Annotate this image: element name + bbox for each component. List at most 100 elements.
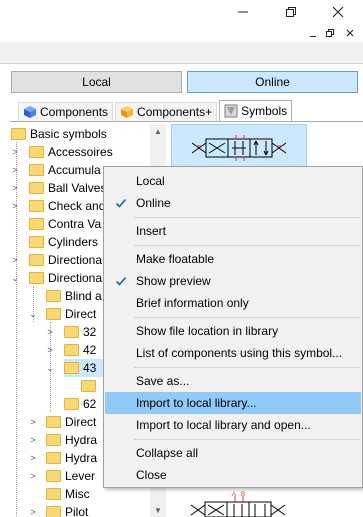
tree-item[interactable]: Accumula <box>29 161 101 179</box>
tree-item[interactable]: Hydra <box>46 449 97 467</box>
tree-item[interactable]: Hydra <box>46 431 97 449</box>
expand-arrow-icon[interactable]: > <box>10 255 20 265</box>
collapse-arrow-icon[interactable]: ⌄ <box>45 363 55 374</box>
directional-valve-symbol-icon <box>191 135 287 161</box>
folder-icon <box>46 506 61 517</box>
tree-item-label: Hydra <box>65 451 98 465</box>
tree-item-label: Hydra <box>65 433 98 447</box>
tree-item[interactable]: Lever <box>46 467 95 485</box>
tree-item-label: 43 <box>83 361 97 375</box>
expand-arrow-icon[interactable]: > <box>28 471 38 481</box>
expand-arrow-icon[interactable]: > <box>28 435 38 445</box>
tree-item[interactable]: Blind a <box>46 287 102 305</box>
checkmark-icon <box>114 196 128 210</box>
menu-item-brief-info[interactable]: Brief information only <box>105 292 361 314</box>
menu-item-close[interactable]: Close <box>105 464 361 486</box>
tree-item[interactable]: 32 <box>64 323 96 341</box>
tree-item-label: Cylinders <box>48 235 99 249</box>
folder-icon <box>11 128 26 140</box>
tree-item[interactable]: Accessoires <box>29 143 113 161</box>
cube-icon <box>24 106 36 118</box>
tree-item-label: Accumula <box>48 163 101 177</box>
folder-icon <box>29 254 44 266</box>
expand-arrow-icon[interactable]: > <box>28 507 38 517</box>
tree-item[interactable]: Directiona <box>29 269 102 287</box>
expand-arrow-icon[interactable]: > <box>45 345 55 355</box>
local-toggle-button[interactable]: Local <box>11 71 182 93</box>
window-close-button[interactable] <box>323 0 353 24</box>
tree-item[interactable]: 62 <box>64 395 96 413</box>
scroll-down-arrow-icon[interactable]: ▼ <box>150 503 166 517</box>
expand-arrow-icon[interactable]: > <box>10 147 20 157</box>
pane-restore-button[interactable] <box>322 26 338 40</box>
restore-icon <box>286 7 296 17</box>
folder-icon <box>29 182 44 194</box>
tab-symbols[interactable]: Symbols <box>219 100 293 121</box>
expand-arrow-icon[interactable]: > <box>28 417 38 427</box>
symbol-preview-selected[interactable] <box>171 124 307 170</box>
tree-item-label: Check and <box>48 199 106 213</box>
scroll-up-arrow-icon[interactable]: ▲ <box>150 124 166 138</box>
collapse-arrow-icon[interactable]: ⌄ <box>28 309 38 320</box>
port-label-b: B <box>241 492 245 498</box>
pane-minimize-button[interactable] <box>305 26 321 40</box>
tree-root-basic-symbols[interactable]: Basic symbols <box>11 125 107 143</box>
tree-item[interactable]: Directiona <box>29 251 102 269</box>
folder-icon <box>46 290 61 302</box>
tree-item[interactable]: 42 <box>64 341 96 359</box>
expand-arrow-icon[interactable]: > <box>10 165 20 175</box>
tree-item[interactable]: Direct <box>46 305 96 323</box>
restore-icon <box>326 29 334 37</box>
local-toggle-label: Local <box>82 75 111 89</box>
tree-item[interactable] <box>81 377 100 395</box>
tree-item-label: Pilot <box>65 505 89 517</box>
menu-item-label: Show preview <box>136 274 211 288</box>
menu-separator <box>134 439 360 440</box>
menu-item-show-preview[interactable]: Show preview <box>105 270 361 292</box>
menu-item-show-file-location[interactable]: Show file location in library <box>105 320 361 342</box>
menu-item-label: Save as... <box>136 374 190 388</box>
window-restore-button[interactable] <box>276 0 306 24</box>
pane-close-button[interactable] <box>342 26 358 40</box>
expand-arrow-icon[interactable]: > <box>28 453 38 463</box>
tree-item-label: 32 <box>83 325 97 339</box>
tree-item-label: Blind a <box>65 289 102 303</box>
window-minimize-button[interactable] <box>228 0 258 24</box>
menu-item-collapse-all[interactable]: Collapse all <box>105 442 361 464</box>
expand-arrow-icon[interactable]: > <box>10 183 20 193</box>
context-menu: Local Online Insert Make floatable Show … <box>103 166 363 488</box>
menu-item-make-floatable[interactable]: Make floatable <box>105 248 361 270</box>
folder-icon <box>46 470 61 482</box>
menu-item-list-components[interactable]: List of components using this symbol... <box>105 342 361 364</box>
menu-item-import-local[interactable]: Import to local library... <box>105 392 361 414</box>
tree-item[interactable]: Cylinders <box>29 233 98 251</box>
tree-item[interactable]: Direct <box>46 413 96 431</box>
menu-item-save-as[interactable]: Save as... <box>105 370 361 392</box>
tab-components[interactable]: Components <box>18 102 114 121</box>
expand-arrow-icon[interactable]: > <box>10 201 20 211</box>
tree-item[interactable]: Misc <box>46 485 90 503</box>
menu-item-label: Make floatable <box>136 252 215 266</box>
menu-item-import-local-open[interactable]: Import to local library and open... <box>105 414 361 436</box>
folder-icon <box>29 164 44 176</box>
folder-icon <box>64 362 79 374</box>
tree-item[interactable]: Pilot <box>46 503 88 517</box>
tree-item[interactable]: Check and <box>29 197 105 215</box>
expand-arrow-icon[interactable]: > <box>45 327 55 337</box>
online-toggle-button[interactable]: Online <box>187 71 358 93</box>
folder-icon <box>46 452 61 464</box>
tree-item-label: Direct <box>65 307 97 321</box>
menu-item-insert[interactable]: Insert <box>105 220 361 242</box>
symbol-preview[interactable]: A B <box>171 490 307 517</box>
folder-icon <box>46 308 61 320</box>
tab-components-plus-label: Components+ <box>137 105 213 119</box>
tree-item[interactable]: Contra Va <box>29 215 101 233</box>
cube-plus-icon <box>121 106 134 118</box>
menu-item-local[interactable]: Local <box>105 170 361 192</box>
tree-item-label: 42 <box>83 343 97 357</box>
menu-item-online[interactable]: Online <box>105 192 361 214</box>
tree-item[interactable]: Ball Valves <box>29 179 106 197</box>
menu-item-label: Import to local library and open... <box>136 418 311 432</box>
tab-components-plus[interactable]: Components+ <box>115 102 218 121</box>
collapse-arrow-icon[interactable]: ⌄ <box>10 273 20 284</box>
